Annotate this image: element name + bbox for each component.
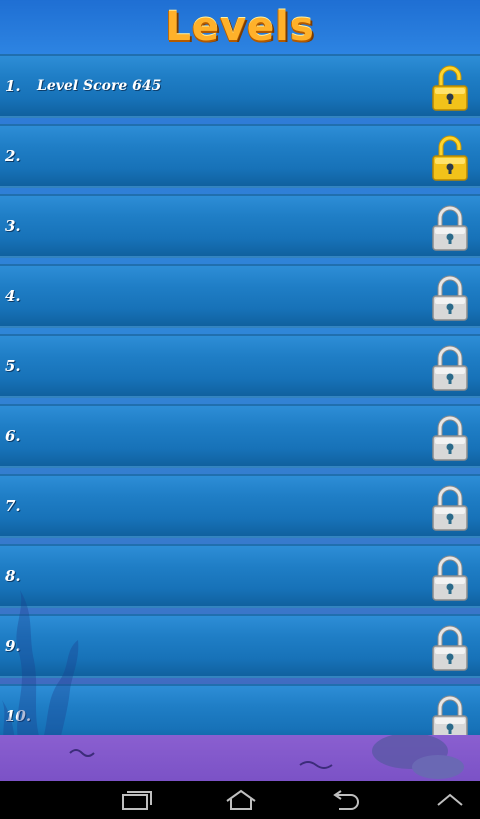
home-icon[interactable] (211, 781, 271, 819)
padlock-closed-icon (432, 205, 468, 251)
level-number: 6. (5, 427, 21, 445)
padlock-closed-icon (432, 345, 468, 391)
seabed (0, 733, 480, 781)
padlock-open-icon (432, 65, 468, 111)
chevron-up-icon[interactable] (420, 781, 480, 819)
level-row-3[interactable]: 3. (0, 194, 480, 258)
level-number: 7. (5, 497, 21, 515)
level-row-4[interactable]: 4. (0, 264, 480, 328)
padlock-open-icon (432, 135, 468, 181)
page-title: Levels (165, 4, 315, 50)
system-nav-bar (0, 781, 480, 819)
seabed-decoration (69, 733, 464, 779)
padlock-closed-icon (432, 485, 468, 531)
level-number: 2. (5, 147, 21, 165)
levels-list: 1. Level Score 645 2. 3. 4. 5. 6. 7. 8. … (0, 54, 480, 754)
padlock-closed-icon (432, 275, 468, 321)
level-row-9[interactable]: 9. (0, 614, 480, 678)
level-number: 4. (5, 287, 21, 305)
recent-apps-icon[interactable] (106, 781, 166, 819)
padlock-closed-icon (432, 555, 468, 601)
level-row-2[interactable]: 2. (0, 124, 480, 188)
level-row-8[interactable]: 8. (0, 544, 480, 608)
level-number: 9. (5, 637, 21, 655)
padlock-closed-icon (432, 415, 468, 461)
level-row-6[interactable]: 6. (0, 404, 480, 468)
level-number: 8. (5, 567, 21, 585)
level-score: Level Score 645 (37, 78, 162, 94)
level-row-1[interactable]: 1. Level Score 645 (0, 54, 480, 118)
level-number: 1. (5, 77, 21, 95)
padlock-closed-icon (432, 625, 468, 671)
level-row-7[interactable]: 7. (0, 474, 480, 538)
level-number: 5. (5, 357, 21, 375)
level-row-5[interactable]: 5. (0, 334, 480, 398)
level-number: 3. (5, 217, 21, 235)
back-icon[interactable] (315, 781, 375, 819)
